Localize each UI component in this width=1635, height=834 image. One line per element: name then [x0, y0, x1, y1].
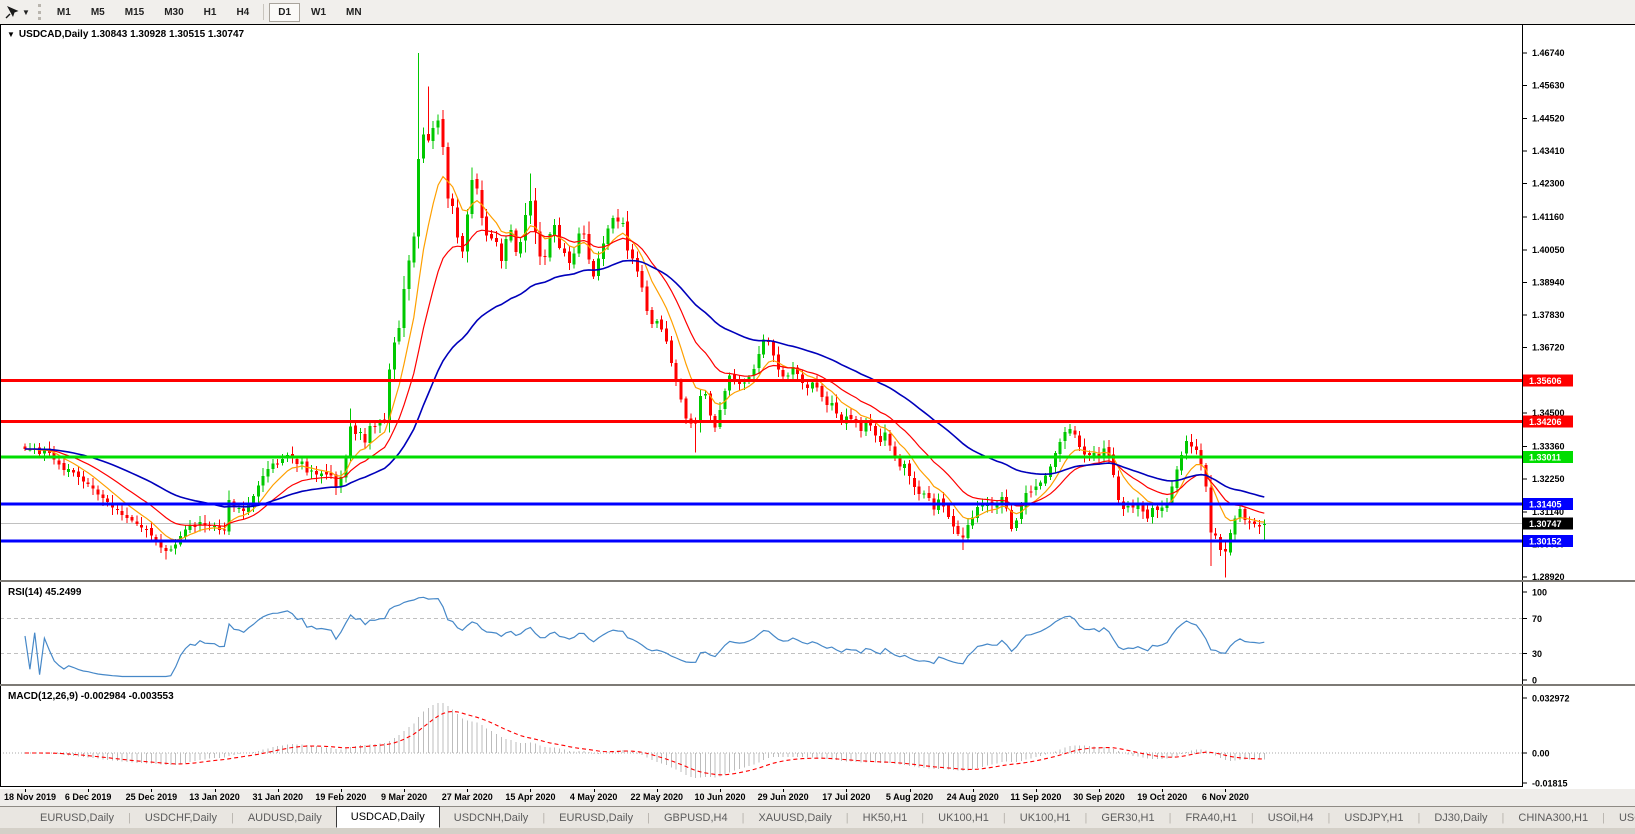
timeframe-button-mn[interactable]: MN [337, 3, 371, 22]
chart-title-text: USDCAD,Daily 1.30843 1.30928 1.30515 1.3… [19, 29, 244, 40]
date-label: 30 Sep 2020 [1073, 792, 1125, 802]
chart-tab-ger30-h1[interactable]: GER30,H1 [1087, 807, 1168, 828]
price-badge-1.35606: 1.35606 [1523, 375, 1573, 387]
chart-tab-usdjpy-h1[interactable]: USDJPY,H1 [1330, 807, 1417, 828]
chart-tab-uk100-h1[interactable]: UK100,H1 [1006, 807, 1085, 828]
svg-text:70: 70 [1532, 614, 1542, 624]
price-tick: 1.45630 [1532, 81, 1565, 91]
chart-tab-hk50-h1[interactable]: HK50,H1 [849, 807, 922, 828]
chart-tab-fra40-h1[interactable]: FRA40,H1 [1171, 807, 1250, 828]
chart-title: ▼ USDCAD,Daily 1.30843 1.30928 1.30515 1.… [7, 29, 244, 40]
date-label: 27 Mar 2020 [442, 792, 493, 802]
timeframe-button-h1[interactable]: H1 [195, 3, 226, 22]
price-badge-1.30152: 1.30152 [1523, 535, 1573, 547]
svg-text:30: 30 [1532, 649, 1542, 659]
chart-collapse-icon[interactable]: ▼ [7, 30, 15, 39]
date-label: 24 Aug 2020 [947, 792, 999, 802]
chart-tab-dj30-daily[interactable]: DJ30,Daily [1420, 807, 1501, 828]
chart-tab-usdchf-daily[interactable]: USDCHF,Daily [131, 807, 231, 828]
svg-text:-0.01815: -0.01815 [1532, 779, 1568, 789]
price-tick: 1.38940 [1532, 277, 1565, 287]
price-tick: 1.33360 [1532, 442, 1565, 452]
date-label: 29 Jun 2020 [758, 792, 809, 802]
chart-tab-usoil-h4[interactable]: USOil,H4 [1254, 807, 1328, 828]
date-label: 10 Jun 2020 [694, 792, 745, 802]
chart-tab-usdcnh-daily[interactable]: USDCNH,Daily [440, 807, 543, 828]
date-label: 9 Mar 2020 [381, 792, 427, 802]
svg-text:1.30152: 1.30152 [1529, 536, 1562, 546]
svg-text:1.34206: 1.34206 [1529, 417, 1562, 427]
chart-cursor-dropdown-caret[interactable]: ▼ [22, 8, 30, 17]
date-label: 17 Jul 2020 [822, 792, 870, 802]
date-label: 5 Aug 2020 [886, 792, 933, 802]
chart-tab-xauusd-daily[interactable]: XAUUSD,Daily [744, 807, 845, 828]
price-badge-1.31405: 1.31405 [1523, 498, 1573, 510]
current-price-badge: 1.30747 [1523, 517, 1573, 529]
chart-tab-china300-h1[interactable]: CHINA300,H1 [1504, 807, 1602, 828]
svg-text:0.00: 0.00 [1532, 749, 1550, 759]
chart-tab-usoil-h1[interactable]: USOil,H1 [1605, 807, 1635, 828]
price-tick: 1.36720 [1532, 343, 1565, 353]
macd-indicator-canvas[interactable]: 0.032972 0.00 -0.01815 [0, 686, 1635, 789]
price-tick: 1.37830 [1532, 310, 1565, 320]
chart-tab-bar: EURUSD,Daily|USDCHF,Daily|AUDUSD,DailyUS… [0, 806, 1635, 828]
svg-text:1.31405: 1.31405 [1529, 500, 1562, 510]
svg-text:100: 100 [1532, 588, 1547, 598]
date-label: 6 Nov 2020 [1202, 792, 1249, 802]
date-label: 25 Dec 2019 [126, 792, 178, 802]
date-label: 19 Oct 2020 [1137, 792, 1187, 802]
price-badge-1.33011: 1.33011 [1523, 451, 1573, 463]
timeframe-button-m30[interactable]: M30 [155, 3, 192, 22]
timeframe-button-d1[interactable]: D1 [269, 3, 300, 22]
date-label: 22 May 2020 [631, 792, 684, 802]
macd-indicator-label: MACD(12,26,9) -0.002984 -0.003553 [8, 691, 174, 702]
date-axis[interactable]: 18 Nov 2019 6 Dec 2019 25 Dec 2019 13 Jan 2… [0, 789, 1635, 806]
chart-cursor-icon[interactable] [3, 4, 21, 20]
price-tick: 1.46740 [1532, 48, 1565, 58]
chart-tab-audusd-daily[interactable]: AUDUSD,Daily [234, 807, 336, 828]
toolbar-grip[interactable] [38, 4, 41, 20]
price-tick: 1.44520 [1532, 113, 1565, 123]
mt4-window: ▼ M1M5M15M30H1H4D1W1MN 1.467401.456301.4… [0, 0, 1635, 834]
date-label: 31 Jan 2020 [252, 792, 303, 802]
date-label: 18 Nov 2019 [4, 792, 56, 802]
timeframe-button-m5[interactable]: M5 [82, 3, 114, 22]
chart-tab-usdcad-daily[interactable]: USDCAD,Daily [336, 806, 440, 828]
timeframe-button-m1[interactable]: M1 [48, 3, 80, 22]
svg-text:1.35606: 1.35606 [1529, 376, 1562, 386]
price-tick: 1.43410 [1532, 146, 1565, 156]
rsi-indicator-canvas[interactable]: 10070300 [0, 582, 1635, 686]
chart-tab-eurusd-daily[interactable]: EURUSD,Daily [26, 807, 128, 828]
date-label: 4 May 2020 [570, 792, 618, 802]
timeframe-button-m15[interactable]: M15 [116, 3, 153, 22]
timeframe-button-w1[interactable]: W1 [302, 3, 335, 22]
svg-text:1.33011: 1.33011 [1529, 452, 1561, 462]
price-tick: 1.32250 [1532, 474, 1565, 484]
date-label: 11 Sep 2020 [1010, 792, 1061, 802]
date-label: 15 Apr 2020 [505, 792, 555, 802]
price-badge-1.34206: 1.34206 [1523, 416, 1573, 428]
window-bottom-strip [0, 828, 1635, 834]
date-label: 13 Jan 2020 [189, 792, 240, 802]
date-label: 6 Dec 2019 [65, 792, 112, 802]
chart-tab-gbpusd-h4[interactable]: GBPUSD,H4 [650, 807, 742, 828]
timeframe-button-h4[interactable]: H4 [227, 3, 258, 22]
rsi-indicator-label: RSI(14) 45.2499 [8, 587, 81, 598]
chart-tab-uk100-h1[interactable]: UK100,H1 [924, 807, 1003, 828]
svg-text:0.032972: 0.032972 [1532, 694, 1570, 704]
price-tick: 1.40050 [1532, 245, 1565, 255]
price-chart-canvas[interactable]: 1.46740 1.45630 1.44520 1.43410 1.42300 1.411… [0, 24, 1635, 582]
chart-tab-eurusd-daily[interactable]: EURUSD,Daily [545, 807, 647, 828]
toolbar-separator [263, 4, 264, 20]
price-tick: 1.41160 [1532, 212, 1564, 222]
date-label: 19 Feb 2020 [315, 792, 366, 802]
svg-text:1.30747: 1.30747 [1529, 519, 1562, 529]
timeframe-toolbar: ▼ M1M5M15M30H1H4 D1W1MN [0, 0, 1635, 25]
price-tick: 1.42300 [1532, 179, 1565, 189]
